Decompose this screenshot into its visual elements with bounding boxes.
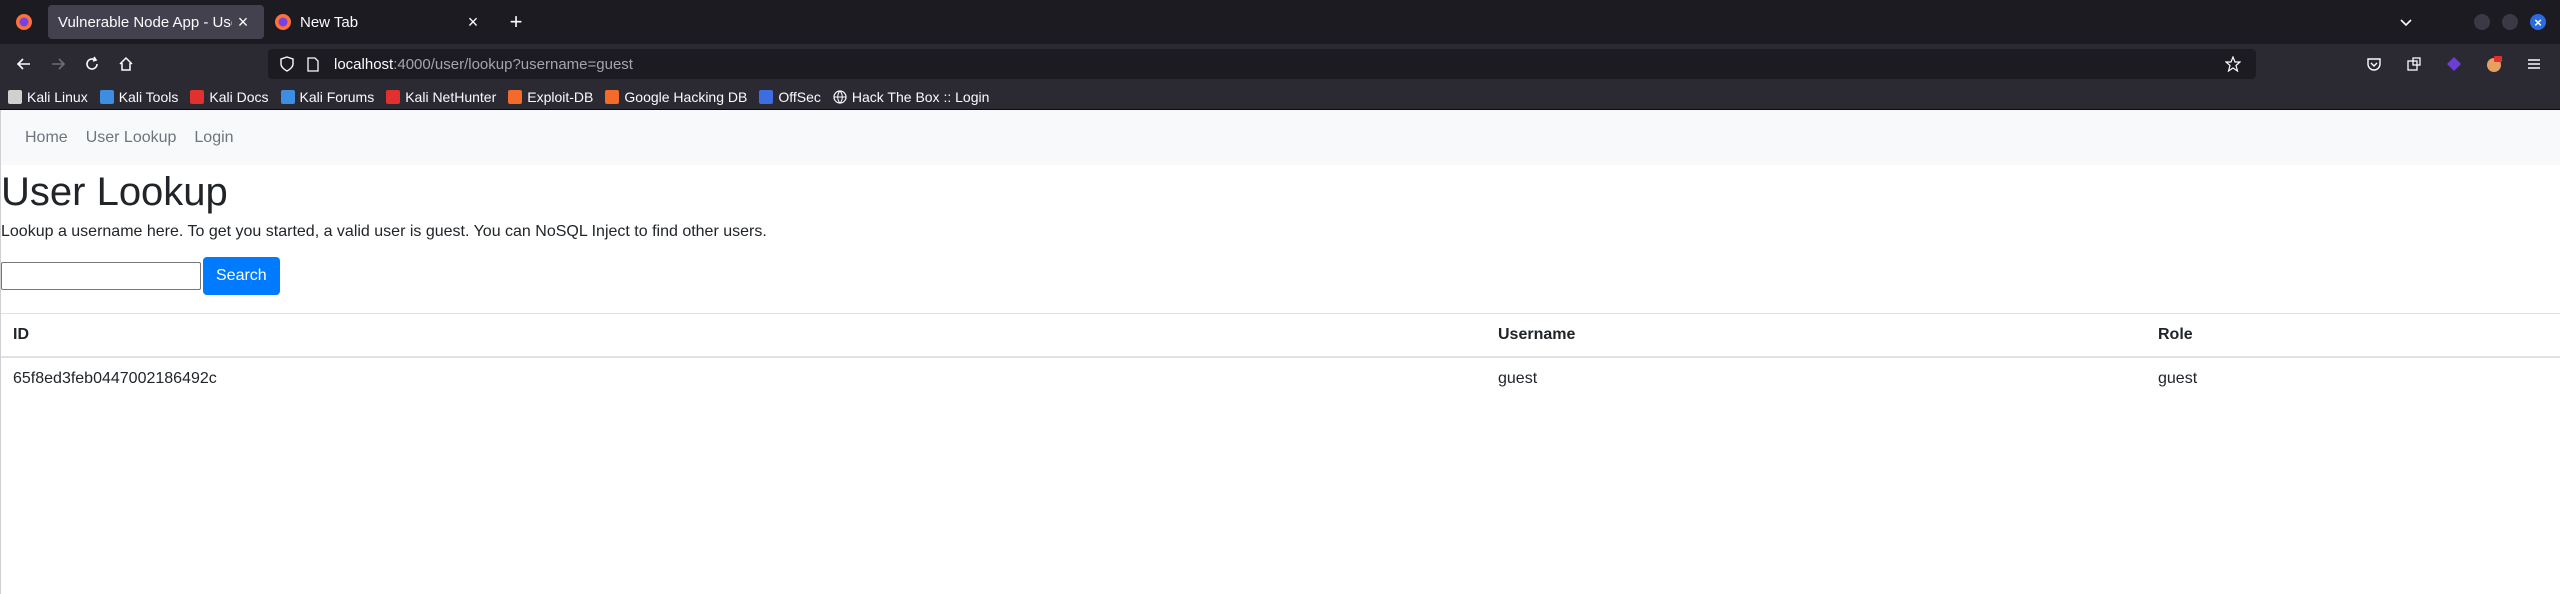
bookmark-label: Kali Docs xyxy=(209,88,269,105)
bookmark-label: Google Hacking DB xyxy=(624,88,748,105)
url-text: localhost:4000/user/lookup?username=gues… xyxy=(334,56,2222,73)
offsec-icon xyxy=(759,89,774,104)
kali-docs-icon xyxy=(190,89,205,104)
bookmark-google-hacking-db[interactable]: Google Hacking DB xyxy=(605,89,747,105)
bookmark-kali-forums[interactable]: Kali Forums xyxy=(280,88,375,105)
cell-role: guest xyxy=(2158,370,2198,387)
site-navbar: Home User Lookup Login xyxy=(1,110,2560,165)
forward-arrow-icon[interactable] xyxy=(42,48,74,80)
bookmarks-toolbar: Kali Linux Kali Tools Kali Docs Kali For… xyxy=(0,84,2560,110)
bookmark-kali-nethunter[interactable]: Kali NetHunter xyxy=(386,89,496,105)
username-search-input[interactable] xyxy=(1,262,201,290)
extension-avatar-icon[interactable] xyxy=(2478,48,2510,80)
nav-link-home[interactable]: Home xyxy=(25,129,68,147)
kali-forums-icon xyxy=(280,89,295,104)
table-row: 65f8ed3feb0447002186492c guest guest xyxy=(1,357,2560,400)
back-arrow-icon[interactable] xyxy=(8,48,40,80)
search-button[interactable]: Search xyxy=(203,257,280,295)
globe-icon xyxy=(833,89,847,104)
bookmark-exploit-db[interactable]: Exploit-DB xyxy=(508,89,593,105)
cell-username: guest xyxy=(1498,370,1538,387)
pocket-icon[interactable] xyxy=(2358,48,2390,80)
reload-icon[interactable] xyxy=(76,48,108,80)
column-header-id: ID xyxy=(1,313,1486,358)
bookmark-kali-linux[interactable]: Kali Linux xyxy=(8,89,88,105)
tab-strip: Vulnerable Node App - User L × New Tab ×… xyxy=(0,0,2560,44)
navigation-toolbar: localhost:4000/user/lookup?username=gues… xyxy=(0,44,2560,84)
menu-icon[interactable] xyxy=(2518,48,2550,80)
url-host: localhost xyxy=(334,55,394,73)
tab-new-tab[interactable]: New Tab × xyxy=(264,5,494,39)
bookmark-label: Kali NetHunter xyxy=(405,88,497,105)
browser-window: Vulnerable Node App - User L × New Tab ×… xyxy=(0,0,2560,594)
bookmark-label: Hack The Box :: Login xyxy=(851,88,990,105)
extensions-icon[interactable] xyxy=(2398,48,2430,80)
url-path: :4000/user/lookup?username=guest xyxy=(393,55,633,73)
table-header-row: ID Username Role xyxy=(1,313,2560,358)
column-header-role: Role xyxy=(2146,313,2560,358)
bookmark-label: Kali Tools xyxy=(118,88,179,105)
list-all-tabs-chevron-down-icon[interactable] xyxy=(2390,6,2422,38)
kali-tools-icon xyxy=(99,89,114,104)
search-form: Search xyxy=(1,257,2560,295)
bookmark-label: Exploit-DB xyxy=(527,88,594,105)
extension-purple-icon[interactable] xyxy=(2438,48,2470,80)
firefox-view-icon[interactable] xyxy=(0,0,48,44)
bookmark-label: Kali Forums xyxy=(299,88,375,105)
tab-vulnerable-node-app[interactable]: Vulnerable Node App - User L × xyxy=(48,5,264,39)
cell-id: 65f8ed3feb0447002186492c xyxy=(13,370,217,387)
window-close-button[interactable]: × xyxy=(2530,14,2546,30)
bookmark-label: OffSec xyxy=(778,88,821,105)
home-icon[interactable] xyxy=(110,48,142,80)
nav-link-user-lookup[interactable]: User Lookup xyxy=(86,129,177,147)
page-icon[interactable] xyxy=(302,53,324,75)
close-icon[interactable]: × xyxy=(232,11,254,33)
maximize-button[interactable] xyxy=(2502,14,2518,30)
address-bar[interactable]: localhost:4000/user/lookup?username=gues… xyxy=(268,49,2256,79)
ghdb-icon xyxy=(605,89,620,104)
bookmark-kali-docs[interactable]: Kali Docs xyxy=(190,88,269,105)
tab-title: New Tab xyxy=(300,13,359,31)
new-tab-button[interactable]: + xyxy=(500,6,532,38)
bookmark-kali-tools[interactable]: Kali Tools xyxy=(99,88,179,105)
bookmark-hack-the-box[interactable]: Hack The Box :: Login xyxy=(833,89,989,105)
nav-link-login[interactable]: Login xyxy=(194,129,233,147)
page-title: User Lookup xyxy=(1,170,228,214)
star-icon[interactable] xyxy=(2222,53,2244,75)
nethunter-icon xyxy=(386,89,401,104)
exploitdb-icon xyxy=(508,89,523,104)
bookmark-offsec[interactable]: OffSec xyxy=(759,89,821,105)
users-table: ID Username Role 65f8ed3feb0447002186492… xyxy=(1,313,2560,400)
page-description: Lookup a username here. To get you start… xyxy=(1,223,767,240)
page-content: Home User Lookup Login User Lookup Looku… xyxy=(0,110,2560,594)
firefox-icon xyxy=(275,14,291,30)
tab-title: Vulnerable Node App - User L xyxy=(58,13,232,31)
minimize-button[interactable] xyxy=(2474,14,2490,30)
kali-icon xyxy=(8,89,22,104)
bookmark-label: Kali Linux xyxy=(27,88,88,105)
close-icon[interactable]: × xyxy=(462,11,484,33)
column-header-username: Username xyxy=(1486,313,2146,358)
shield-icon[interactable] xyxy=(276,53,298,75)
